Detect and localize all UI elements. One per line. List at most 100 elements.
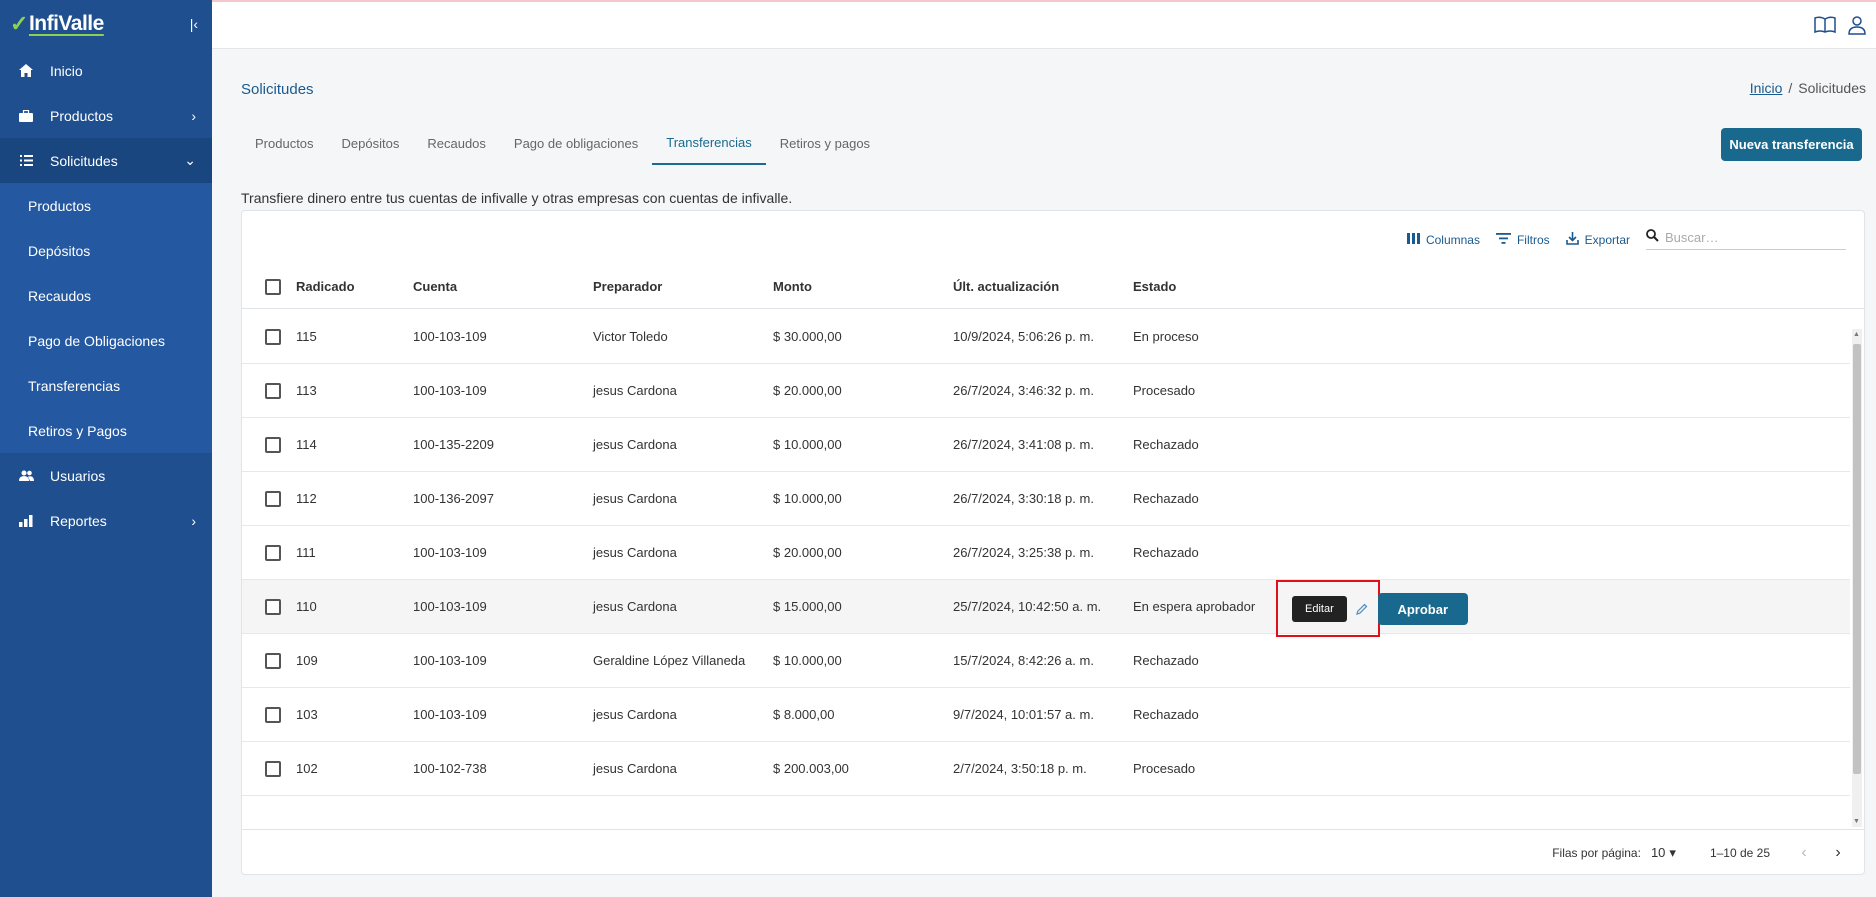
scroll-up-icon[interactable]: ▲	[1853, 331, 1860, 338]
cell-ultima-actualizacion: 26/7/2024, 3:46:32 p. m.	[953, 383, 1094, 398]
next-page-icon[interactable]: ›	[1826, 844, 1850, 862]
cell-ultima-actualizacion: 10/9/2024, 5:06:26 p. m.	[953, 329, 1094, 344]
previous-page-icon[interactable]: ‹	[1792, 844, 1816, 862]
row-checkbox[interactable]	[265, 328, 281, 345]
book-icon[interactable]	[1814, 14, 1836, 36]
sidebar-subitem-depositos[interactable]: Depósitos	[0, 228, 212, 273]
row-checkbox[interactable]	[265, 760, 281, 777]
cell-ultima-actualizacion: 25/7/2024, 10:42:50 a. m.	[953, 599, 1102, 614]
table-row[interactable]: 112 100-136-2097 jesus Cardona $ 10.000,…	[242, 472, 1850, 526]
table-row[interactable]: 111 100-103-109 jesus Cardona $ 20.000,0…	[242, 526, 1850, 580]
rows-per-page-select[interactable]: 10 ▾	[1651, 845, 1676, 861]
table-row-hovered[interactable]: 110 100-103-109 jesus Cardona $ 15.000,0…	[242, 580, 1850, 637]
cell-preparador: jesus Cardona	[593, 761, 677, 776]
tab-depositos[interactable]: Depósitos	[328, 121, 414, 165]
column-header-radicado[interactable]: Radicado	[296, 279, 413, 294]
caret-down-icon: ▾	[1669, 844, 1676, 860]
sidebar-subitem-pago-obligaciones[interactable]: Pago de Obligaciones	[0, 318, 212, 363]
sidebar-subitem-productos[interactable]: Productos	[0, 183, 212, 228]
table-row[interactable]: 103 100-103-109 jesus Cardona $ 8.000,00…	[242, 688, 1850, 742]
filter-icon	[1495, 232, 1511, 247]
table-row[interactable]: 113 100-103-109 jesus Cardona $ 20.000,0…	[242, 364, 1850, 418]
cell-cuenta: 100-103-109	[413, 329, 487, 344]
search-input[interactable]	[1665, 229, 1835, 245]
cell-estado: Rechazado	[1133, 545, 1199, 560]
breadcrumb: Inicio / Solicitudes	[1750, 80, 1866, 96]
export-label: Exportar	[1584, 232, 1630, 247]
sidebar-subitem-transferencias[interactable]: Transferencias	[0, 363, 212, 408]
cell-ultima-actualizacion: 2/7/2024, 3:50:18 p. m.	[953, 761, 1087, 776]
cell-monto: $ 15.000,00	[773, 599, 842, 614]
user-icon[interactable]	[1846, 14, 1868, 36]
row-checkbox[interactable]	[265, 436, 281, 453]
cell-preparador: jesus Cardona	[593, 383, 677, 398]
cell-estado: Rechazado	[1133, 491, 1199, 506]
tab-recaudos[interactable]: Recaudos	[413, 121, 500, 165]
cell-ultima-actualizacion: 9/7/2024, 10:01:57 a. m.	[953, 707, 1094, 722]
cell-preparador: Geraldine López Villaneda	[593, 653, 746, 668]
table-row[interactable]: 115 100-103-109 Victor Toledo $ 30.000,0…	[242, 310, 1850, 364]
row-checkbox-cell	[242, 490, 296, 507]
cell-ultima-actualizacion: 26/7/2024, 3:41:08 p. m.	[953, 437, 1094, 452]
collapse-sidebar-icon[interactable]: |‹	[190, 16, 198, 32]
row-checkbox[interactable]	[265, 598, 281, 615]
tab-transferencias[interactable]: Transferencias	[652, 121, 766, 165]
table-row[interactable]: 114 100-135-2209 jesus Cardona $ 10.000,…	[242, 418, 1850, 472]
scroll-down-icon[interactable]: ▼	[1853, 818, 1860, 825]
cell-radicado: 103	[296, 707, 318, 722]
row-checkbox[interactable]	[265, 652, 281, 669]
sidebar-item-reportes[interactable]: Reportes ›	[0, 498, 212, 543]
table-row[interactable]: 102 100-102-738 jesus Cardona $ 200.003,…	[242, 742, 1850, 796]
row-checkbox-cell	[242, 436, 296, 453]
table-row[interactable]: 109 100-103-109 Geraldine López Villaned…	[242, 634, 1850, 688]
cell-cuenta: 100-103-109	[413, 599, 487, 614]
new-transfer-button[interactable]: Nueva transferencia	[1721, 128, 1862, 161]
select-all-checkbox[interactable]	[265, 278, 281, 295]
sidebar-item-usuarios[interactable]: Usuarios	[0, 453, 212, 498]
columns-button[interactable]: Columnas	[1406, 232, 1480, 247]
breadcrumb-home-link[interactable]: Inicio	[1750, 80, 1783, 96]
column-header-preparador[interactable]: Preparador	[593, 279, 773, 294]
cell-estado: Rechazado	[1133, 437, 1199, 452]
row-checkbox[interactable]	[265, 490, 281, 507]
tab-retiros-pagos[interactable]: Retiros y pagos	[766, 121, 884, 165]
pencil-icon[interactable]	[1355, 603, 1368, 616]
sidebar-subitem-recaudos[interactable]: Recaudos	[0, 273, 212, 318]
cell-ultima-actualizacion: 26/7/2024, 3:25:38 p. m.	[953, 545, 1094, 560]
table-pagination: Filas por página: 10 ▾ 1–10 de 25 ‹ ›	[242, 829, 1864, 874]
cell-monto: $ 30.000,00	[773, 329, 842, 344]
breadcrumb-separator: /	[1788, 80, 1793, 96]
approve-button[interactable]: Aprobar	[1377, 593, 1468, 625]
sidebar-subitem-retiros-pagos[interactable]: Retiros y Pagos	[0, 408, 212, 453]
topbar	[212, 0, 1876, 49]
export-button[interactable]: Exportar	[1565, 231, 1630, 248]
tab-pago-obligaciones[interactable]: Pago de obligaciones	[500, 121, 652, 165]
cell-cuenta: 100-103-109	[413, 653, 487, 668]
sidebar: ✓ InfiValle |‹ Inicio Productos › Solici…	[0, 0, 212, 897]
main-content: Solicitudes Inicio / Solicitudes Product…	[212, 49, 1876, 897]
cell-preparador: Victor Toledo	[593, 329, 668, 344]
column-header-ultima-actualizacion[interactable]: Últ. actualización	[953, 279, 1133, 294]
filters-button[interactable]: Filtros	[1495, 232, 1550, 247]
row-checkbox[interactable]	[265, 544, 281, 561]
sidebar-item-solicitudes[interactable]: Solicitudes ⌄	[0, 138, 212, 183]
cell-ultima-actualizacion: 26/7/2024, 3:30:18 p. m.	[953, 491, 1094, 506]
row-checkbox-cell	[242, 598, 296, 615]
table-scrollbar[interactable]: ▲ ▼	[1852, 329, 1862, 827]
cell-monto: $ 200.003,00	[773, 761, 849, 776]
sidebar-item-inicio[interactable]: Inicio	[0, 48, 212, 93]
column-header-monto[interactable]: Monto	[773, 279, 953, 294]
column-header-estado[interactable]: Estado	[1133, 279, 1273, 294]
rows-per-page-label: Filas por página:	[1552, 845, 1641, 860]
cell-estado: Rechazado	[1133, 653, 1199, 668]
scrollbar-thumb[interactable]	[1853, 344, 1861, 774]
cell-cuenta: 100-103-109	[413, 707, 487, 722]
sidebar-item-label: Inicio	[50, 62, 83, 79]
sidebar-item-productos[interactable]: Productos ›	[0, 93, 212, 138]
column-header-cuenta[interactable]: Cuenta	[413, 279, 593, 294]
row-checkbox[interactable]	[265, 706, 281, 723]
row-checkbox[interactable]	[265, 382, 281, 399]
tab-productos[interactable]: Productos	[241, 121, 328, 165]
cell-estado: Rechazado	[1133, 707, 1199, 722]
sidebar-subitem-label: Retiros y Pagos	[28, 422, 127, 439]
